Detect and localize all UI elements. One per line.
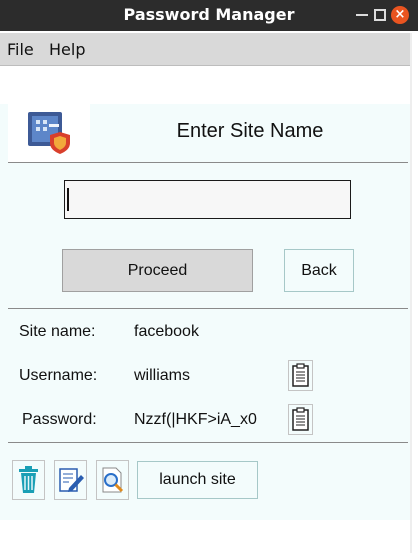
- menu-help[interactable]: Help: [49, 40, 85, 59]
- search-button[interactable]: [96, 460, 129, 500]
- clipboard-icon: [292, 407, 309, 431]
- edit-button[interactable]: [54, 460, 87, 500]
- text-cursor: [67, 188, 69, 211]
- copy-password-button[interactable]: [288, 404, 313, 435]
- edit-icon: [59, 468, 84, 492]
- menu-file[interactable]: File: [7, 40, 34, 59]
- title-bar: Password Manager ×: [0, 0, 418, 31]
- header-icon-box: [8, 104, 90, 162]
- username-value: williams: [134, 367, 190, 384]
- back-button[interactable]: Back: [284, 249, 354, 292]
- site-name-value: facebook: [134, 323, 199, 340]
- divider-middle: [8, 308, 408, 309]
- divider-top: [8, 162, 408, 163]
- delete-button[interactable]: [12, 460, 45, 500]
- menu-bar: File Help: [0, 33, 410, 66]
- password-value: Nzzf(|HKF>iA_x0: [134, 411, 257, 428]
- clipboard-icon: [292, 363, 309, 387]
- divider-bottom: [8, 442, 408, 443]
- main-panel: Enter Site Name Proceed Back Site name: …: [0, 104, 410, 520]
- trash-icon: [19, 466, 38, 493]
- launch-site-button[interactable]: launch site: [137, 461, 258, 499]
- site-name-input[interactable]: [64, 180, 351, 219]
- site-name-label: Site name:: [19, 323, 96, 340]
- window-edge: [410, 33, 412, 553]
- username-label: Username:: [19, 367, 98, 384]
- page-title: Enter Site Name: [176, 120, 324, 142]
- vault-shield-icon: [28, 112, 70, 154]
- minimize-button[interactable]: [356, 14, 368, 16]
- password-label: Password:: [22, 411, 97, 428]
- close-button[interactable]: ×: [391, 6, 409, 24]
- proceed-button[interactable]: Proceed: [62, 249, 253, 292]
- maximize-button[interactable]: [374, 9, 386, 21]
- search-icon: [102, 467, 124, 493]
- copy-username-button[interactable]: [288, 360, 313, 391]
